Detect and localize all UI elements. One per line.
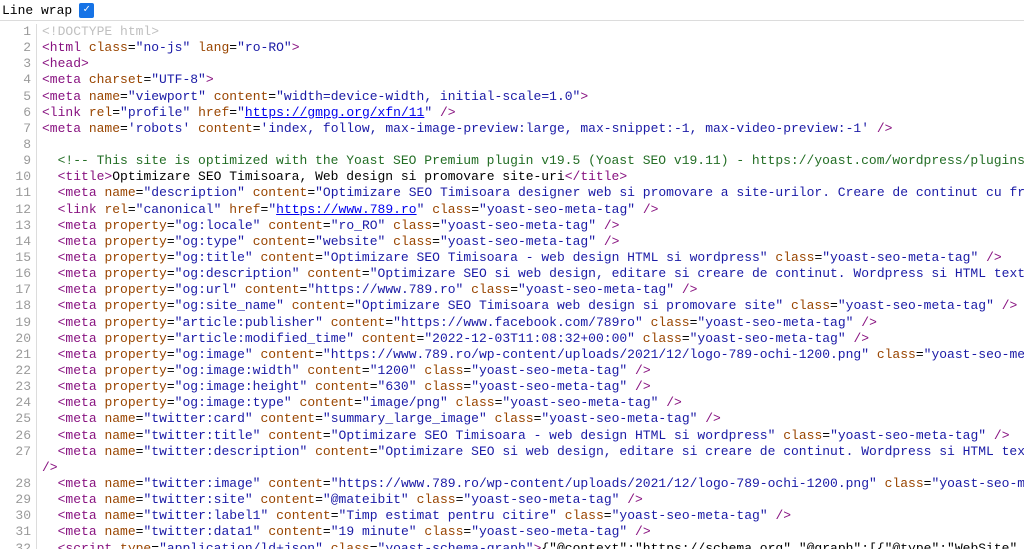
source-line: <meta property="og:image" content="https… [37,347,1024,363]
line-number: 29 [0,492,36,508]
line-number: 32 [0,541,36,549]
line-number: 12 [0,202,36,218]
line-number: 25 [0,411,36,427]
line-number: 7 [0,121,36,137]
line-number: 8 [0,137,36,153]
source-line: <meta property="og:locale" content="ro_R… [37,218,1024,234]
gutter-column: 1234567891011121314151617181920212223242… [0,24,37,549]
line-number: 28 [0,476,36,492]
line-number: 31 [0,524,36,540]
source-line: <script type="application/ld+json" class… [37,541,1024,549]
source-line: <meta name="twitter:title" content="Opti… [37,428,1024,444]
source-link[interactable]: https://gmpg.org/xfn/11 [245,105,424,120]
line-number: 11 [0,185,36,201]
source-line: <meta name='robots' content='index, foll… [37,121,1024,137]
line-number: 10 [0,169,36,185]
line-number: 14 [0,234,36,250]
line-wrap-checkbox[interactable]: ✓ [79,3,94,18]
source-line: <meta property="article:modified_time" c… [37,331,1024,347]
line-number: 16 [0,266,36,282]
source-line: <meta charset="UTF-8"> [37,72,1024,88]
source-line: <meta name="twitter:card" content="summa… [37,411,1024,427]
line-number: 9 [0,153,36,169]
view-source-page: { "header": { "line_wrap_label": "Line w… [0,0,1024,549]
line-number: 2 [0,40,36,56]
source-line: <meta property="og:description" content=… [37,266,1024,282]
source-line: <!-- This site is optimized with the Yoa… [37,153,1024,169]
line-number: 4 [0,72,36,88]
line-wrap-label: Line wrap [2,0,72,21]
source-line: <meta name="viewport" content="width=dev… [37,89,1024,105]
source-line: <meta name="twitter:label1" content="Tim… [37,508,1024,524]
source-line: <meta name="twitter:image" content="http… [37,476,1024,492]
line-number: 27 [0,444,36,460]
source-line: <html class="no-js" lang="ro-RO"> [37,40,1024,56]
line-number: 19 [0,315,36,331]
line-number: 30 [0,508,36,524]
line-number: 13 [0,218,36,234]
code-column: <!DOCTYPE html><html class="no-js" lang=… [37,24,1024,549]
source-line: <!DOCTYPE html> [37,24,1024,40]
line-number: 18 [0,298,36,314]
source-line: <link rel="canonical" href="https://www.… [37,202,1024,218]
line-number: 5 [0,89,36,105]
line-number: 22 [0,363,36,379]
source-line: <meta property="og:site_name" content="O… [37,298,1024,314]
source-line: <meta property="og:image:type" content="… [37,395,1024,411]
source-line: <meta property="og:title" content="Optim… [37,250,1024,266]
source-line [37,137,1024,153]
source-line: <meta name="description" content="Optimi… [37,185,1024,201]
source-line: <meta property="og:image:width" content=… [37,363,1024,379]
line-number: 23 [0,379,36,395]
source-line: <head> [37,56,1024,72]
line-number: 26 [0,428,36,444]
line-number: 1 [0,24,36,40]
source-line: <meta property="og:image:height" content… [37,379,1024,395]
source-line: <title>Optimizare SEO Timisoara, Web des… [37,169,1024,185]
source-line: <meta property="og:url" content="https:/… [37,282,1024,298]
source-line: /> [37,460,1024,476]
source-link[interactable]: https://www.789.ro [276,202,416,217]
line-number: 15 [0,250,36,266]
source-line: <meta property="og:type" content="websit… [37,234,1024,250]
view-source-toolbar: Line wrap ✓ [0,0,1024,21]
source-line: <meta name="twitter:site" content="@mate… [37,492,1024,508]
line-number: 24 [0,395,36,411]
checkmark-icon: ✓ [83,5,90,16]
line-number [0,460,36,476]
source-line: <link rel="profile" href="https://gmpg.o… [37,105,1024,121]
source-line: <meta name="twitter:description" content… [37,444,1024,460]
line-number: 6 [0,105,36,121]
line-number: 21 [0,347,36,363]
source-line: <meta name="twitter:data1" content="19 m… [37,524,1024,540]
line-number: 3 [0,56,36,72]
line-number: 17 [0,282,36,298]
source-code-view[interactable]: 1234567891011121314151617181920212223242… [0,21,1024,549]
line-number: 20 [0,331,36,347]
source-line: <meta property="article:publisher" conte… [37,315,1024,331]
